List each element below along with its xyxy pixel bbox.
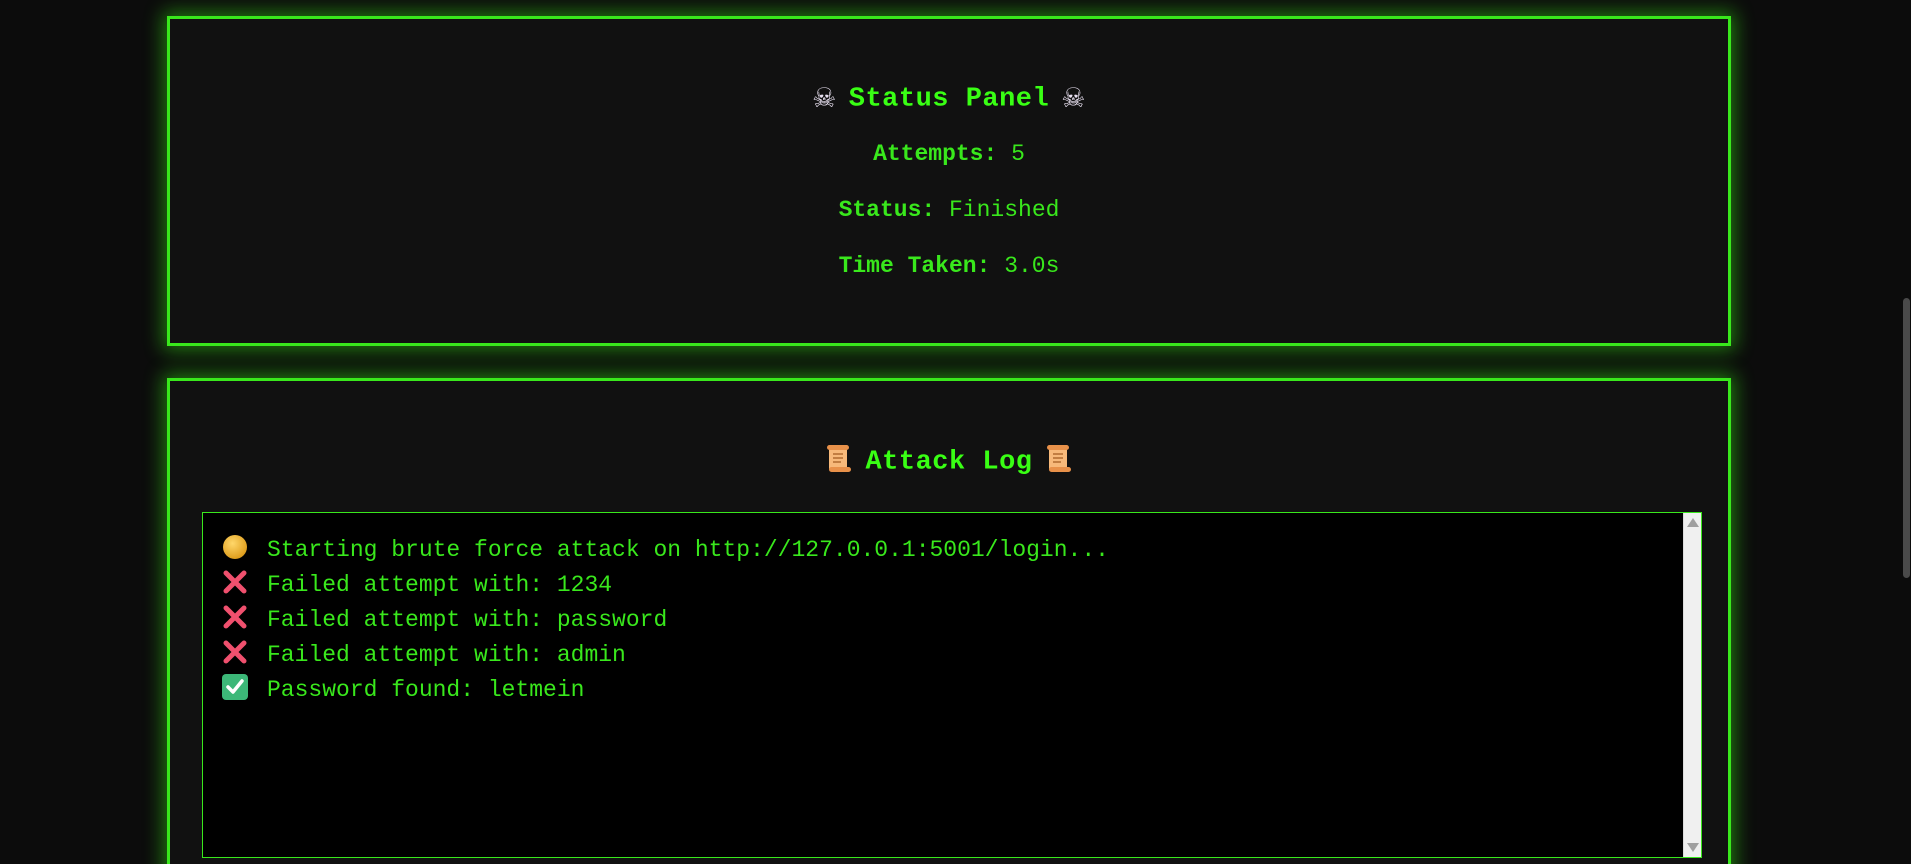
status-panel: ☠ Status Panel ☠ Attempts: 5 Status: Finis…	[167, 16, 1731, 346]
log-line: Starting brute force attack on http://12…	[221, 533, 1677, 568]
time-taken-value: 3.0s	[1004, 252, 1060, 279]
scroll-icon	[825, 443, 853, 480]
attack-log-output[interactable]: Starting brute force attack on http://12…	[202, 512, 1702, 858]
attack-log-title-row: Attack Log	[170, 443, 1728, 480]
cross-mark-icon	[221, 603, 249, 631]
log-line: Failed attempt with: password	[221, 603, 1677, 638]
page-scroll-thumb[interactable]	[1903, 298, 1910, 578]
log-line: Failed attempt with: admin	[221, 638, 1677, 673]
log-line: Failed attempt with: 1234	[221, 568, 1677, 603]
attempts-value: 5	[1011, 140, 1025, 167]
log-line: Password found: letmein	[221, 673, 1677, 708]
status-label: Status:	[838, 196, 936, 223]
scroll-up-arrow-icon[interactable]	[1687, 518, 1699, 527]
skull-crossbones-icon: ☠	[812, 83, 837, 114]
log-line-text: Starting brute force attack on http://12…	[267, 537, 1109, 563]
attack-log-title: Attack Log	[865, 447, 1033, 478]
status-row: Status: Finished	[170, 197, 1728, 223]
time-taken-label: Time Taken:	[838, 252, 991, 279]
attempts-row: Attempts: 5	[170, 141, 1728, 167]
time-taken-row: Time Taken: 3.0s	[170, 253, 1728, 279]
log-line-text: Failed attempt with: password	[267, 607, 668, 633]
cross-mark-icon	[221, 568, 249, 596]
check-mark-icon	[221, 673, 249, 701]
log-line-text: Password found: letmein	[267, 677, 585, 703]
page: ☠ Status Panel ☠ Attempts: 5 Status: Finis…	[0, 0, 1911, 864]
page-scrollbar[interactable]	[1902, 0, 1911, 864]
status-value: Finished	[949, 196, 1060, 223]
scroll-icon	[1045, 443, 1073, 480]
log-scrollbar[interactable]	[1683, 513, 1701, 857]
status-panel-title-row: ☠ Status Panel ☠	[170, 83, 1728, 115]
skull-crossbones-icon: ☠	[1061, 83, 1086, 114]
status-panel-title: Status Panel	[848, 84, 1050, 115]
log-line-text: Failed attempt with: 1234	[267, 572, 613, 598]
yellow-circle-icon	[223, 534, 247, 559]
attack-log-panel: Attack Log Starting brute force attack o…	[167, 378, 1731, 864]
log-line-text: Failed attempt with: admin	[267, 642, 626, 668]
attempts-label: Attempts:	[873, 140, 998, 167]
cross-mark-icon	[221, 638, 249, 666]
log-lines: Starting brute force attack on http://12…	[221, 533, 1677, 708]
scroll-down-arrow-icon[interactable]	[1687, 843, 1699, 852]
